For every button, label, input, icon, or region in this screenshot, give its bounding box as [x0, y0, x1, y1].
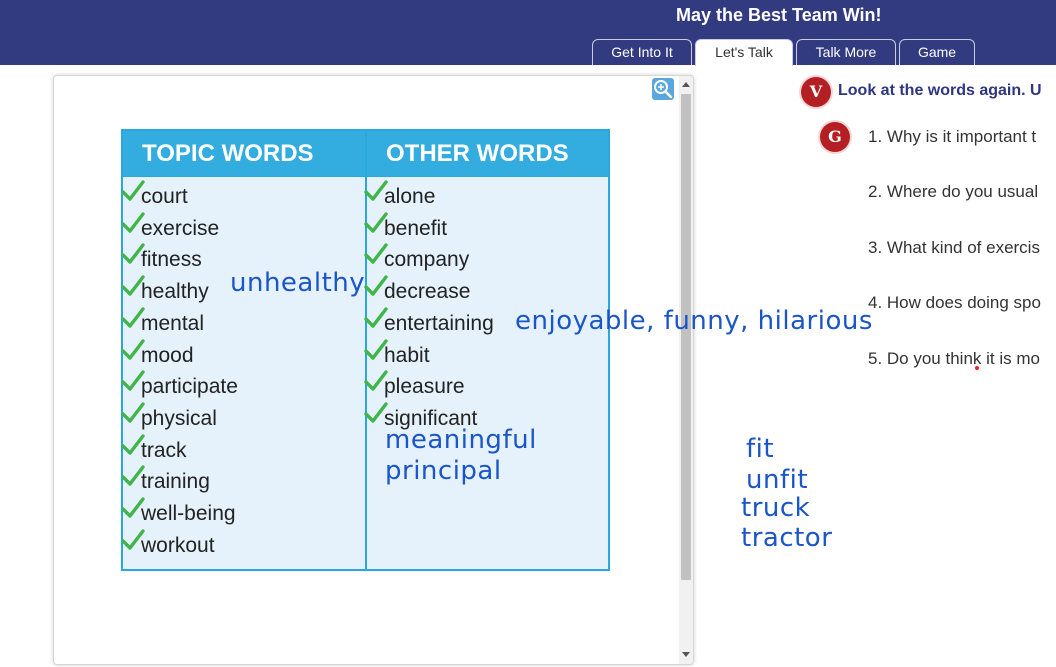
topic-word: training	[141, 470, 210, 494]
annotation-unhealthy: unhealthy	[230, 268, 366, 298]
other-word: habit	[384, 343, 430, 367]
topic-word: well-being	[141, 502, 236, 525]
vertical-scrollbar[interactable]	[679, 76, 693, 664]
topic-word: healthy	[141, 280, 209, 304]
question-1: 1. Why is it important t	[868, 127, 1037, 146]
tab-lets-talk[interactable]: Let's Talk	[695, 39, 793, 66]
annotation-fit: fit	[746, 434, 775, 464]
topic-word: workout	[141, 533, 215, 557]
question-4: 4. How does doing spo	[868, 293, 1041, 312]
other-word: benefit	[384, 216, 448, 240]
annotation-meaningful: meaningful	[385, 425, 537, 455]
question-2: 2. Where do you usual	[868, 182, 1039, 201]
other-word: entertaining	[384, 311, 494, 335]
question-5: 5. Do you think it is mo	[868, 349, 1040, 368]
topic-word: physical	[141, 406, 217, 430]
zoom-in-icon	[654, 80, 673, 99]
other-word: company	[384, 248, 470, 272]
topic-word: fitness	[141, 248, 202, 272]
word-table: TOPIC WORDS OTHER WORDS court exercise fit…	[121, 129, 610, 571]
scroll-down-arrow-icon[interactable]	[682, 652, 690, 657]
tab-game[interactable]: Game	[899, 39, 975, 65]
grammar-badge-icon: G	[820, 122, 850, 152]
app-header: May the Best Team Win! Get Into It Let's…	[0, 0, 1056, 66]
question-3: 3. What kind of exercis	[868, 238, 1040, 257]
annotation-principal: principal	[385, 456, 502, 486]
other-word: pleasure	[384, 375, 465, 399]
topic-word: track	[141, 438, 187, 462]
annotation-enjoyable: enjoyable, funny, hilarious	[515, 306, 873, 336]
vocabulary-panel: TOPIC WORDS OTHER WORDS court exercise fit…	[53, 75, 694, 665]
page-title: May the Best Team Win!	[676, 5, 882, 25]
topic-word: participate	[141, 375, 238, 399]
topic-word: exercise	[141, 216, 220, 240]
scroll-up-arrow-icon[interactable]	[682, 82, 690, 87]
instruction-text: Look at the words again. U	[838, 82, 1042, 99]
vocabulary-badge-icon: V	[801, 77, 831, 107]
annotation-truck: truck	[741, 493, 811, 523]
topic-word: mood	[141, 343, 194, 367]
zoom-in-button[interactable]	[652, 78, 674, 100]
annotation-tractor: tractor	[741, 523, 833, 553]
other-word: alone	[384, 185, 436, 208]
topic-word: court	[141, 185, 188, 208]
other-word: decrease	[384, 280, 471, 304]
scrollbar-thumb[interactable]	[681, 94, 691, 580]
header-divider	[123, 176, 608, 177]
tab-get-into-it[interactable]: Get Into It	[592, 39, 692, 65]
topic-word: mental	[141, 311, 205, 335]
annotation-unfit: unfit	[746, 465, 809, 495]
tab-talk-more[interactable]: Talk More	[796, 39, 896, 65]
spell-check-marker	[975, 366, 979, 370]
topic-words-header: TOPIC WORDS	[123, 131, 365, 176]
other-words-header: OTHER WORDS	[367, 131, 608, 176]
